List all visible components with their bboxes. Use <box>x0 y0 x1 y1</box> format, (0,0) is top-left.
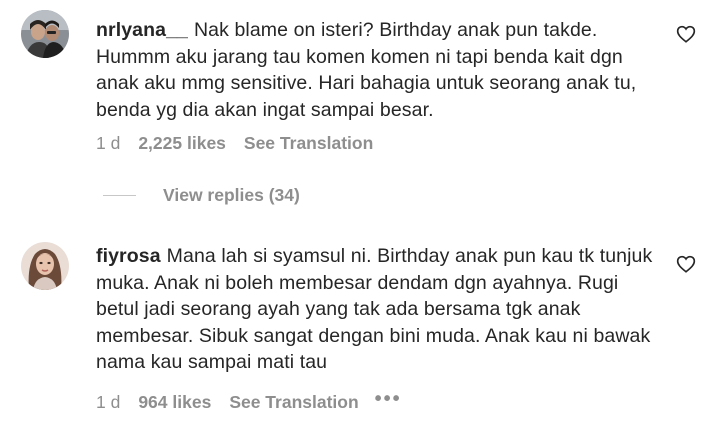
avatar-nrlyana[interactable] <box>21 10 69 58</box>
comment-body: nrlyana__ Nak blame on isteri? Birthday a… <box>96 17 656 123</box>
profile-photo-icon <box>21 10 69 58</box>
see-translation-link[interactable]: See Translation <box>244 133 373 154</box>
view-replies-label: View replies (34) <box>163 185 300 205</box>
avatar-fiyrosa[interactable] <box>21 242 69 290</box>
heart-outline-icon[interactable] <box>676 25 696 43</box>
heart-outline-icon[interactable] <box>676 255 696 273</box>
comment-timestamp[interactable]: 1 d <box>96 392 120 413</box>
likes-count[interactable]: 964 likes <box>138 392 211 413</box>
comment-timestamp[interactable]: 1 d <box>96 133 120 154</box>
comment-meta: 1 d 2,225 likes See Translation <box>96 133 373 154</box>
comment-username[interactable]: nrlyana__ <box>96 19 188 41</box>
more-options-icon[interactable]: ••• <box>375 388 402 411</box>
replies-divider-line <box>103 195 136 196</box>
comment-body: fiyrosa Mana lah si syamsul ni. Birthday … <box>96 243 656 376</box>
comment-username[interactable]: fiyrosa <box>96 245 161 267</box>
comment-meta: 1 d 964 likes See Translation ••• <box>96 388 402 414</box>
likes-count[interactable]: 2,225 likes <box>138 133 226 154</box>
profile-photo-icon <box>21 242 69 290</box>
see-translation-link[interactable]: See Translation <box>229 392 358 413</box>
view-replies-button[interactable]: View replies (34) <box>103 185 300 206</box>
comment-text: Mana lah si syamsul ni. Birthday anak pu… <box>96 245 653 373</box>
